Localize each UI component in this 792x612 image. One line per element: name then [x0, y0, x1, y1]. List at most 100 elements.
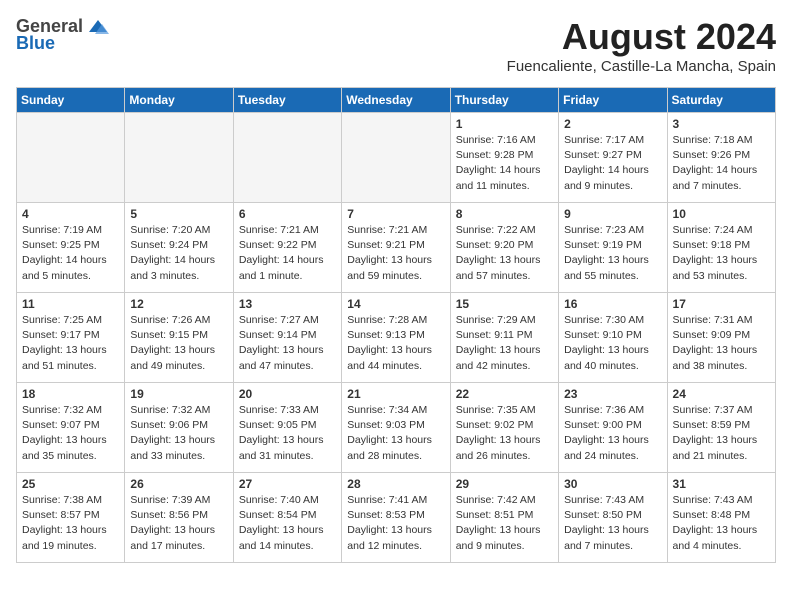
- day-number: 23: [564, 387, 661, 401]
- cell-details: Sunrise: 7:41 AMSunset: 8:53 PMDaylight:…: [347, 493, 444, 554]
- day-number: 26: [130, 477, 227, 491]
- cell-details: Sunrise: 7:32 AMSunset: 9:07 PMDaylight:…: [22, 403, 119, 464]
- calendar-cell: 8Sunrise: 7:22 AMSunset: 9:20 PMDaylight…: [450, 203, 558, 293]
- day-number: 24: [673, 387, 770, 401]
- cell-details: Sunrise: 7:38 AMSunset: 8:57 PMDaylight:…: [22, 493, 119, 554]
- cell-details: Sunrise: 7:33 AMSunset: 9:05 PMDaylight:…: [239, 403, 336, 464]
- calendar-cell: 31 Sunrise: 7:43 AMSunset: 8:48 PMDayligh…: [667, 473, 775, 563]
- calendar-cell: 20 Sunrise: 7:33 AMSunset: 9:05 PMDayligh…: [233, 383, 341, 473]
- day-header-saturday: Saturday: [667, 88, 775, 113]
- day-header-wednesday: Wednesday: [342, 88, 450, 113]
- cell-details: Sunrise: 7:23 AMSunset: 9:19 PMDaylight:…: [564, 223, 661, 284]
- calendar-cell: 10 Sunrise: 7:24 AMSunset: 9:18 PMDayligh…: [667, 203, 775, 293]
- logo-icon: [87, 18, 109, 36]
- cell-details: Sunrise: 7:34 AMSunset: 9:03 PMDaylight:…: [347, 403, 444, 464]
- day-number: 28: [347, 477, 444, 491]
- day-number: 19: [130, 387, 227, 401]
- logo-blue-text: Blue: [16, 33, 55, 54]
- calendar-cell: 5 Sunrise: 7:20 AMSunset: 9:24 PMDaylight…: [125, 203, 233, 293]
- cell-details: Sunrise: 7:16 AMSunset: 9:28 PMDaylight:…: [456, 133, 553, 194]
- calendar-cell: 22 Sunrise: 7:35 AMSunset: 9:02 PMDayligh…: [450, 383, 558, 473]
- calendar-cell: 2Sunrise: 7:17 AMSunset: 9:27 PMDaylight…: [559, 113, 667, 203]
- calendar-cell: 28 Sunrise: 7:41 AMSunset: 8:53 PMDayligh…: [342, 473, 450, 563]
- calendar-week-2: 4Sunrise: 7:19 AMSunset: 9:25 PMDaylight…: [17, 203, 776, 293]
- calendar-table: SundayMondayTuesdayWednesdayThursdayFrid…: [16, 87, 776, 563]
- cell-details: Sunrise: 7:25 AMSunset: 9:17 PMDaylight:…: [22, 313, 119, 374]
- calendar-cell: 4Sunrise: 7:19 AMSunset: 9:25 PMDaylight…: [17, 203, 125, 293]
- day-number: 27: [239, 477, 336, 491]
- calendar-cell: 12 Sunrise: 7:26 AMSunset: 9:15 PMDayligh…: [125, 293, 233, 383]
- calendar-week-1: 1 Sunrise: 7:16 AMSunset: 9:28 PMDaylight…: [17, 113, 776, 203]
- day-header-monday: Monday: [125, 88, 233, 113]
- calendar-cell: 14 Sunrise: 7:28 AMSunset: 9:13 PMDayligh…: [342, 293, 450, 383]
- calendar-cell: 6Sunrise: 7:21 AMSunset: 9:22 PMDaylight…: [233, 203, 341, 293]
- cell-details: Sunrise: 7:20 AMSunset: 9:24 PMDaylight:…: [130, 223, 227, 284]
- day-number: 14: [347, 297, 444, 311]
- day-number: 20: [239, 387, 336, 401]
- day-header-tuesday: Tuesday: [233, 88, 341, 113]
- day-number: 29: [456, 477, 553, 491]
- cell-details: Sunrise: 7:27 AMSunset: 9:14 PMDaylight:…: [239, 313, 336, 374]
- day-header-friday: Friday: [559, 88, 667, 113]
- cell-details: Sunrise: 7:26 AMSunset: 9:15 PMDaylight:…: [130, 313, 227, 374]
- day-number: 18: [22, 387, 119, 401]
- day-number: 15: [456, 297, 553, 311]
- day-number: 16: [564, 297, 661, 311]
- calendar-cell: [125, 113, 233, 203]
- calendar-cell: 25 Sunrise: 7:38 AMSunset: 8:57 PMDayligh…: [17, 473, 125, 563]
- calendar-header-row: SundayMondayTuesdayWednesdayThursdayFrid…: [17, 88, 776, 113]
- cell-details: Sunrise: 7:39 AMSunset: 8:56 PMDaylight:…: [130, 493, 227, 554]
- calendar-cell: [17, 113, 125, 203]
- day-header-thursday: Thursday: [450, 88, 558, 113]
- cell-details: Sunrise: 7:21 AMSunset: 9:22 PMDaylight:…: [239, 223, 336, 284]
- day-number: 7: [347, 207, 444, 221]
- calendar-cell: 1 Sunrise: 7:16 AMSunset: 9:28 PMDaylight…: [450, 113, 558, 203]
- day-number: 22: [456, 387, 553, 401]
- cell-details: Sunrise: 7:29 AMSunset: 9:11 PMDaylight:…: [456, 313, 553, 374]
- calendar-cell: 19Sunrise: 7:32 AMSunset: 9:06 PMDayligh…: [125, 383, 233, 473]
- cell-details: Sunrise: 7:43 AMSunset: 8:48 PMDaylight:…: [673, 493, 770, 554]
- cell-details: Sunrise: 7:17 AMSunset: 9:27 PMDaylight:…: [564, 133, 661, 194]
- day-number: 13: [239, 297, 336, 311]
- title-block: August 2024 Fuencaliente, Castille-La Ma…: [507, 16, 776, 75]
- calendar-cell: 30 Sunrise: 7:43 AMSunset: 8:50 PMDayligh…: [559, 473, 667, 563]
- day-number: 10: [673, 207, 770, 221]
- logo: General Blue: [16, 16, 109, 54]
- day-number: 12: [130, 297, 227, 311]
- calendar-week-4: 18 Sunrise: 7:32 AMSunset: 9:07 PMDayligh…: [17, 383, 776, 473]
- day-number: 21: [347, 387, 444, 401]
- day-number: 17: [673, 297, 770, 311]
- cell-details: Sunrise: 7:37 AMSunset: 8:59 PMDaylight:…: [673, 403, 770, 464]
- calendar-week-5: 25 Sunrise: 7:38 AMSunset: 8:57 PMDayligh…: [17, 473, 776, 563]
- cell-details: Sunrise: 7:24 AMSunset: 9:18 PMDaylight:…: [673, 223, 770, 284]
- day-number: 31: [673, 477, 770, 491]
- calendar-cell: 29 Sunrise: 7:42 AMSunset: 8:51 PMDayligh…: [450, 473, 558, 563]
- cell-details: Sunrise: 7:42 AMSunset: 8:51 PMDaylight:…: [456, 493, 553, 554]
- calendar-cell: 3Sunrise: 7:18 AMSunset: 9:26 PMDaylight…: [667, 113, 775, 203]
- calendar-cell: 24 Sunrise: 7:37 AMSunset: 8:59 PMDayligh…: [667, 383, 775, 473]
- calendar-cell: 27 Sunrise: 7:40 AMSunset: 8:54 PMDayligh…: [233, 473, 341, 563]
- day-number: 30: [564, 477, 661, 491]
- cell-details: Sunrise: 7:40 AMSunset: 8:54 PMDaylight:…: [239, 493, 336, 554]
- cell-details: Sunrise: 7:19 AMSunset: 9:25 PMDaylight:…: [22, 223, 119, 284]
- calendar-cell: 26 Sunrise: 7:39 AMSunset: 8:56 PMDayligh…: [125, 473, 233, 563]
- calendar-week-3: 11Sunrise: 7:25 AMSunset: 9:17 PMDayligh…: [17, 293, 776, 383]
- calendar-cell: 16 Sunrise: 7:30 AMSunset: 9:10 PMDayligh…: [559, 293, 667, 383]
- calendar-cell: 11Sunrise: 7:25 AMSunset: 9:17 PMDayligh…: [17, 293, 125, 383]
- cell-details: Sunrise: 7:22 AMSunset: 9:20 PMDaylight:…: [456, 223, 553, 284]
- month-year: August 2024: [507, 16, 776, 58]
- calendar-cell: 15 Sunrise: 7:29 AMSunset: 9:11 PMDayligh…: [450, 293, 558, 383]
- day-number: 1: [456, 117, 553, 131]
- cell-details: Sunrise: 7:43 AMSunset: 8:50 PMDaylight:…: [564, 493, 661, 554]
- cell-details: Sunrise: 7:35 AMSunset: 9:02 PMDaylight:…: [456, 403, 553, 464]
- calendar-cell: [233, 113, 341, 203]
- cell-details: Sunrise: 7:21 AMSunset: 9:21 PMDaylight:…: [347, 223, 444, 284]
- cell-details: Sunrise: 7:18 AMSunset: 9:26 PMDaylight:…: [673, 133, 770, 194]
- day-number: 9: [564, 207, 661, 221]
- cell-details: Sunrise: 7:28 AMSunset: 9:13 PMDaylight:…: [347, 313, 444, 374]
- day-number: 5: [130, 207, 227, 221]
- calendar-cell: [342, 113, 450, 203]
- day-number: 25: [22, 477, 119, 491]
- cell-details: Sunrise: 7:30 AMSunset: 9:10 PMDaylight:…: [564, 313, 661, 374]
- day-header-sunday: Sunday: [17, 88, 125, 113]
